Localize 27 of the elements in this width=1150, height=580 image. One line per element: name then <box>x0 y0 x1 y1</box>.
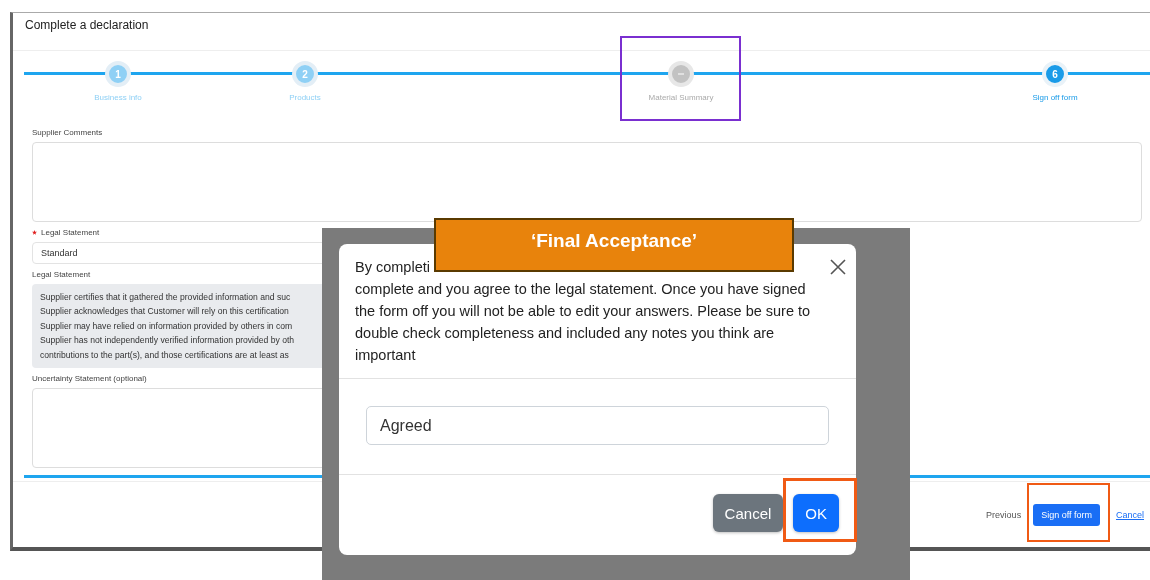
step-label: Products <box>289 93 321 102</box>
close-icon[interactable] <box>830 259 846 275</box>
ok-button[interactable]: OK <box>793 494 839 532</box>
cancel-button[interactable]: Cancel <box>712 494 784 532</box>
text-area[interactable] <box>32 142 1142 222</box>
step-label: Sign off form <box>1032 93 1078 102</box>
step-label: Business info <box>94 93 142 102</box>
statement-line: Supplier may have relied on information provided by others in com <box>40 319 293 333</box>
field-label: Legal Statement <box>41 228 100 237</box>
step-label: Material Summary <box>648 93 714 102</box>
window-title: Complete a declaration <box>25 18 149 32</box>
step-circle[interactable] <box>668 61 694 87</box>
cancel-link[interactable]: Cancel <box>1116 509 1144 520</box>
field-label: Legal Statement <box>32 270 91 279</box>
dialog-text: complete and you agree to the legal statement. Once you have signed the form off you will not be able to edit your answers. Please be sure to double check completeness and included any notes you think are important <box>355 280 812 365</box>
dialog-text: By completi <box>355 258 431 277</box>
statement-line: Supplier acknowledges that Customer will rely on this certification <box>40 305 289 318</box>
sign-off-button[interactable]: Sign off form <box>1033 503 1100 526</box>
confirm-input[interactable]: Agreed <box>366 406 829 445</box>
step-circle[interactable]: 6 <box>1042 61 1068 87</box>
field-label: Supplier Comments <box>32 128 103 137</box>
previous-link[interactable]: Previous <box>986 509 1022 520</box>
callout-label: ‘Final Acceptance’ <box>434 218 794 272</box>
statement-line: contributions to the part(s), and those certifications are at least as <box>40 348 289 362</box>
statement-line: Supplier has not independently verified information provided by oth <box>40 334 295 347</box>
statement-line: Supplier certifies that it gathered the provided information and suc <box>40 291 291 304</box>
field-label: Uncertainty Statement (optional) <box>32 374 147 383</box>
